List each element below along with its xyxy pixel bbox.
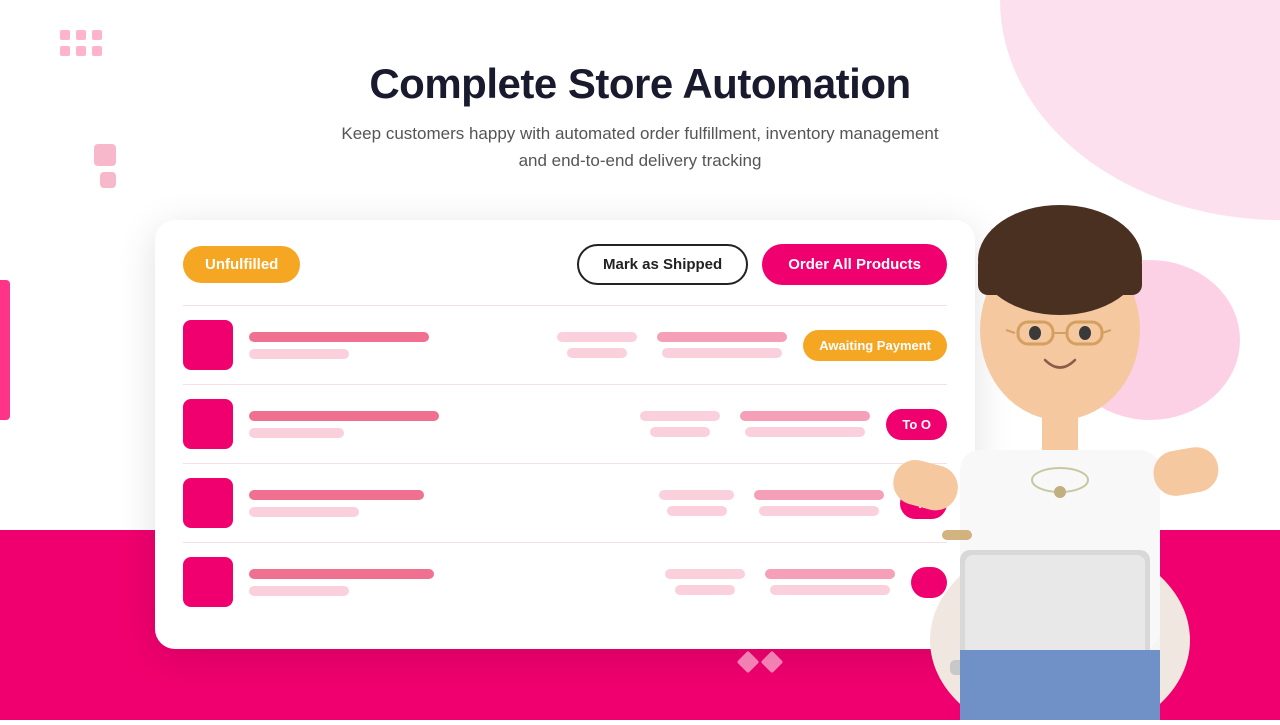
page-title: Complete Store Automation: [0, 60, 1280, 108]
table-row: Awaiting Payment: [183, 305, 947, 384]
meta-bar: [745, 427, 865, 437]
order-management-card: Unfulfilled Mark as Shipped Order All Pr…: [155, 220, 975, 649]
order-meta: [557, 332, 787, 358]
order-detail-bar: [249, 507, 359, 517]
meta-col-2: [740, 411, 870, 437]
meta-col-1: [659, 490, 734, 516]
mark-shipped-button[interactable]: Mark as Shipped: [577, 244, 748, 285]
meta-bar: [667, 506, 727, 516]
decorative-dots-topleft: [60, 30, 102, 56]
person-illustration: [870, 160, 1250, 720]
product-thumbnail: [183, 320, 233, 370]
order-title-bar: [249, 490, 424, 500]
order-detail-bar: [249, 349, 349, 359]
order-title-bar: [249, 411, 439, 421]
meta-bar: [754, 490, 884, 500]
meta-col-1: [640, 411, 720, 437]
meta-bar: [740, 411, 870, 421]
table-row: [183, 542, 947, 621]
meta-col-1: [665, 569, 745, 595]
meta-col-1: [557, 332, 637, 358]
order-detail-bar: [249, 586, 349, 596]
table-row: To: [183, 463, 947, 542]
order-meta: [659, 490, 884, 516]
decorative-diamonds-bottom: [728, 630, 780, 670]
order-detail-bar: [249, 428, 344, 438]
order-info: [249, 411, 624, 438]
order-info: [249, 569, 649, 596]
meta-bar: [650, 427, 710, 437]
left-accent-bar: [0, 280, 10, 420]
header-section: Complete Store Automation Keep customers…: [0, 60, 1280, 174]
order-info: [249, 332, 541, 359]
unfulfilled-button[interactable]: Unfulfilled: [183, 246, 300, 283]
product-thumbnail: [183, 557, 233, 607]
meta-bar: [640, 411, 720, 421]
meta-bar: [759, 506, 879, 516]
order-meta: [640, 411, 870, 437]
product-thumbnail: [183, 399, 233, 449]
meta-col-2: [657, 332, 787, 358]
order-title-bar: [249, 569, 434, 579]
card-toolbar: Unfulfilled Mark as Shipped Order All Pr…: [183, 244, 947, 285]
order-info: [249, 490, 643, 517]
order-title-bar: [249, 332, 429, 342]
table-row: To O: [183, 384, 947, 463]
meta-bar: [657, 332, 787, 342]
meta-bar: [567, 348, 627, 358]
order-meta: [665, 569, 895, 595]
meta-col-2: [754, 490, 884, 516]
product-thumbnail: [183, 478, 233, 528]
meta-bar: [557, 332, 637, 342]
meta-bar: [665, 569, 745, 579]
meta-bar: [662, 348, 782, 358]
meta-bar: [659, 490, 734, 500]
meta-bar: [675, 585, 735, 595]
